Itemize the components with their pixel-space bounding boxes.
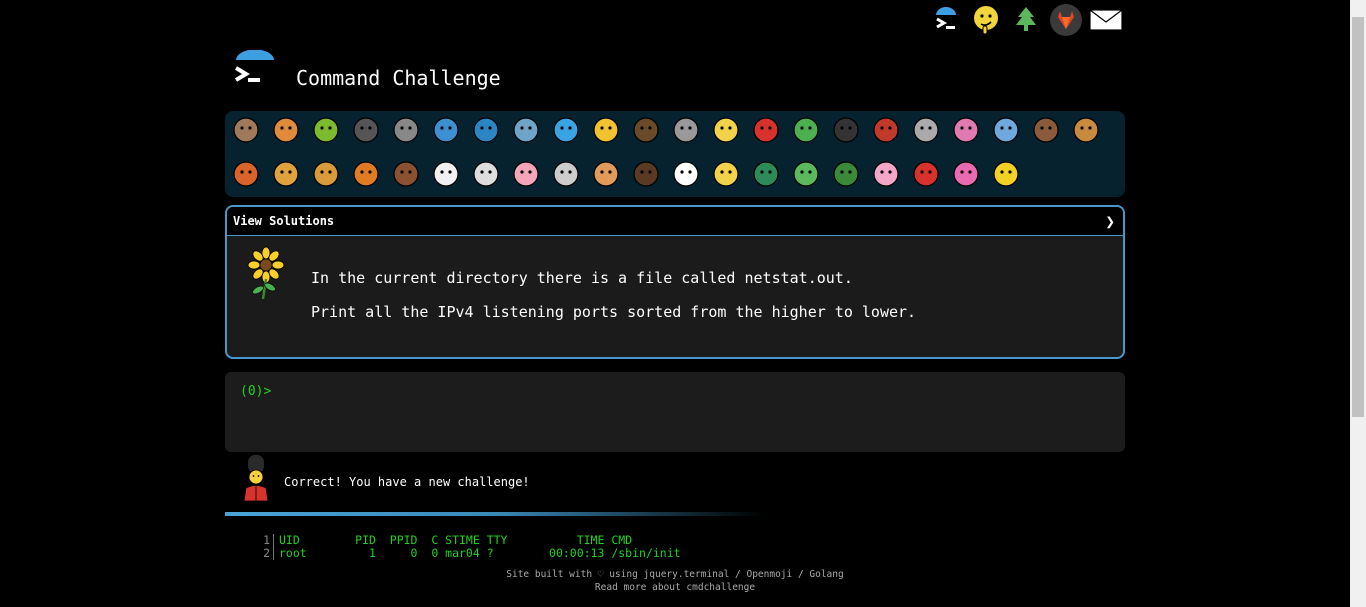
bear-icon[interactable] — [629, 157, 663, 191]
terminal-prompt: (0)> — [240, 384, 279, 399]
fly-icon[interactable] — [909, 113, 943, 147]
tree-icon[interactable] — [1008, 2, 1044, 38]
top-nav — [928, 2, 1124, 38]
scrollbar-thumb[interactable] — [1352, 17, 1364, 417]
terminal-cursor — [271, 385, 279, 399]
cat-icon[interactable] — [269, 157, 303, 191]
scorpion-icon[interactable] — [869, 113, 903, 147]
view-solutions-toggle[interactable]: View Solutions ❯ — [227, 207, 1123, 236]
footer-credits: Site built with ♡ using jquery.terminal … — [506, 569, 844, 580]
mouse-icon[interactable] — [549, 157, 583, 191]
line-gutter — [273, 534, 274, 547]
challenge-description: In the current directory there is a file… — [311, 269, 916, 337]
rose-icon[interactable] — [909, 157, 943, 191]
app-logo — [232, 49, 276, 98]
lion-icon[interactable] — [309, 157, 343, 191]
sunflower-icon[interactable] — [989, 157, 1023, 191]
challenge-line-1: In the current directory there is a file… — [311, 269, 853, 287]
command-output: 1 UID PID PPID C STIME TTY TIME CMD 2 root … — [258, 534, 681, 560]
shark-icon[interactable] — [509, 113, 543, 147]
output-line: 2 root 1 0 0 mar04 ? 00:00:13 /sbin/init — [258, 547, 681, 560]
tiger-icon[interactable] — [349, 157, 383, 191]
monkey-icon[interactable] — [1029, 113, 1063, 147]
line-gutter — [273, 547, 274, 560]
prompt-text: (0)> — [240, 384, 272, 399]
spiderweb-icon[interactable] — [389, 113, 423, 147]
divider-bar — [225, 512, 765, 516]
page-scrollbar[interactable] — [1350, 0, 1366, 607]
pig-icon[interactable] — [509, 157, 543, 191]
read-more-link[interactable]: Read more about cmdchallenge — [595, 582, 755, 593]
view-solutions-label: View Solutions — [233, 214, 335, 228]
terminal-icon[interactable] — [928, 2, 964, 38]
cow-icon[interactable] — [469, 157, 503, 191]
dragon-icon[interactable] — [829, 157, 863, 191]
sunflower-icon — [241, 245, 291, 305]
turtle-icon[interactable] — [629, 113, 663, 147]
horse-icon[interactable] — [389, 157, 423, 191]
lizard-icon[interactable] — [789, 113, 823, 147]
royal-guard-icon — [238, 455, 274, 507]
worm-icon[interactable] — [949, 113, 983, 147]
challenge-animal-grid — [225, 111, 1125, 197]
terminal-input[interactable]: (0)> — [225, 372, 1125, 452]
snail-icon[interactable] — [229, 113, 263, 147]
microbe-icon[interactable] — [989, 113, 1023, 147]
tropical-fish-icon[interactable] — [589, 113, 623, 147]
fox-icon[interactable] — [229, 157, 263, 191]
whale-icon[interactable] — [429, 113, 463, 147]
wolf-icon[interactable] — [669, 113, 703, 147]
ladybug-icon[interactable] — [749, 113, 783, 147]
hamster-icon[interactable] — [589, 157, 623, 191]
bee-icon[interactable] — [709, 113, 743, 147]
butterfly-icon[interactable] — [269, 113, 303, 147]
panda-icon[interactable] — [669, 157, 703, 191]
spider-icon[interactable] — [829, 113, 863, 147]
ant-icon[interactable] — [349, 113, 383, 147]
chevron-right-icon: ❯ — [1105, 211, 1115, 231]
page-title: Command Challenge — [296, 66, 501, 90]
gitlab-icon[interactable] — [1048, 2, 1084, 38]
cherry-blossom-icon[interactable] — [869, 157, 903, 191]
hibiscus-icon[interactable] — [949, 157, 983, 191]
peacock-icon[interactable] — [749, 157, 783, 191]
mail-icon[interactable] — [1088, 2, 1124, 38]
dog-icon[interactable] — [1069, 113, 1103, 147]
output-text: root 1 0 0 mar04 ? 00:00:13 /sbin/init — [279, 546, 681, 560]
footer-read-more-link[interactable]: Read more about cmdchallenge — [0, 582, 1350, 593]
frog-icon[interactable] — [789, 157, 823, 191]
fish-icon[interactable] — [549, 113, 583, 147]
status-message: Correct! You have a new challenge! — [284, 475, 530, 489]
solution-panel: View Solutions ❯ In the current director… — [225, 205, 1125, 359]
line-number: 2 — [263, 546, 270, 560]
unicorn-icon[interactable] — [429, 157, 463, 191]
hatching-chick-icon[interactable] — [709, 157, 743, 191]
challenge-line-2: Print all the IPv4 listening ports sorte… — [311, 303, 917, 321]
cathedral-ear-icon[interactable] — [968, 2, 1004, 38]
caterpillar-icon[interactable] — [309, 113, 343, 147]
dolphin-icon[interactable] — [469, 113, 503, 147]
